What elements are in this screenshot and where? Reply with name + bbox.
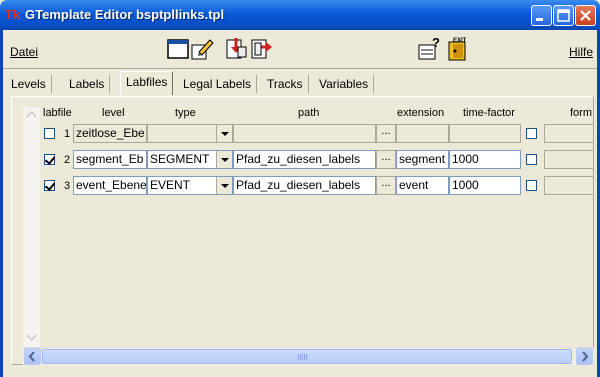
help-icon[interactable]: ? [417,35,441,61]
row-1-type-select[interactable] [147,124,233,143]
tab-legal-labels[interactable]: Legal Labels [178,75,258,93]
export-icon[interactable] [249,37,273,61]
chevron-right-icon [582,351,589,362]
row-3-type-select[interactable]: EVENT [147,176,233,195]
row-1-time-factor[interactable] [449,124,521,143]
row-1-level[interactable]: zeitlose_Ebe [73,124,147,143]
scroll-up-icon [26,110,37,118]
scrollbar-thumb[interactable] [42,349,572,364]
window-icon[interactable] [166,37,190,61]
window-title: GTemplate Editor bsptpllinks.tpl [25,7,225,22]
exit-label: EXIT [453,38,467,44]
svg-text:?: ? [432,37,440,50]
header-type: type [175,107,196,119]
header-format: form [570,107,592,119]
row-1-format[interactable] [544,124,594,143]
chevron-left-icon [28,351,35,362]
row-3-number: 3 [64,180,71,192]
row-2-type-select[interactable]: SEGMENT [147,150,233,169]
chevron-down-icon[interactable] [216,177,232,194]
tab-levels[interactable]: Levels [6,75,52,93]
row-3-browse-button[interactable]: ... [376,176,396,195]
header-time-factor: time-factor [463,107,515,119]
tab-labels[interactable]: Labels [64,75,111,93]
tab-labfiles[interactable]: Labfiles [120,71,174,95]
vertical-scrollbar[interactable] [23,107,40,349]
row-2-format[interactable] [544,150,594,169]
row-2-time-factor[interactable]: 1000 [449,150,521,169]
scroll-down-icon [26,334,37,342]
edit-icon[interactable] [190,37,214,61]
row-3-path[interactable]: Pfad_zu_diesen_labels [233,176,376,195]
row-1-format-checkbox[interactable] [526,128,537,139]
row-2-level[interactable]: segment_Eb [73,150,147,169]
row-2-number: 2 [64,154,71,166]
horizontal-scrollbar[interactable] [23,347,594,365]
header-level: level [102,107,125,119]
row-3-format[interactable] [544,176,594,195]
row-2-checkbox[interactable] [44,154,55,165]
chevron-down-icon[interactable] [216,151,232,168]
header-labfile: labfile [43,107,72,119]
tab-strip: Levels Labels Labfiles Legal Labels Trac… [3,68,597,95]
header-extension: extension [397,107,445,119]
row-1-path[interactable] [233,124,376,143]
import-icon[interactable] [224,37,248,61]
row-1-extension[interactable] [396,124,449,143]
menu-hilfe[interactable]: Hilfe [569,45,593,59]
minimize-button[interactable] [531,5,552,26]
row-2-path[interactable]: Pfad_zu_diesen_labels [233,150,376,169]
tab-variables[interactable]: Variables [314,75,375,93]
chevron-down-icon[interactable] [216,125,232,142]
row-2-extension[interactable]: segment [396,150,449,169]
tab-tracks[interactable]: Tracks [262,75,309,93]
row-2-browse-button[interactable]: ... [376,150,396,169]
row-1-checkbox[interactable] [44,128,55,139]
row-3-time-factor[interactable]: 1000 [449,176,521,195]
close-button[interactable] [575,5,596,26]
row-3-format-checkbox[interactable] [526,180,537,191]
maximize-button[interactable] [553,5,574,26]
scroll-right-button[interactable] [576,348,593,365]
scroll-left-button[interactable] [24,348,41,365]
menu-bar: Datei Hilfe ? EXIT [3,30,597,66]
row-1-browse-button[interactable]: ... [376,124,396,143]
row-3-level[interactable]: event_Ebene [73,176,147,195]
row-2-format-checkbox[interactable] [526,154,537,165]
menu-datei[interactable]: Datei [10,45,38,59]
title-bar[interactable]: Tk GTemplate Editor bsptpllinks.tpl [0,0,600,30]
row-3-checkbox[interactable] [44,180,55,191]
header-path: path [298,107,320,119]
row-3-extension[interactable]: event [396,176,449,195]
row-1-number: 1 [64,128,71,140]
exit-icon[interactable]: EXIT [445,37,469,61]
app-icon: Tk [5,7,21,22]
